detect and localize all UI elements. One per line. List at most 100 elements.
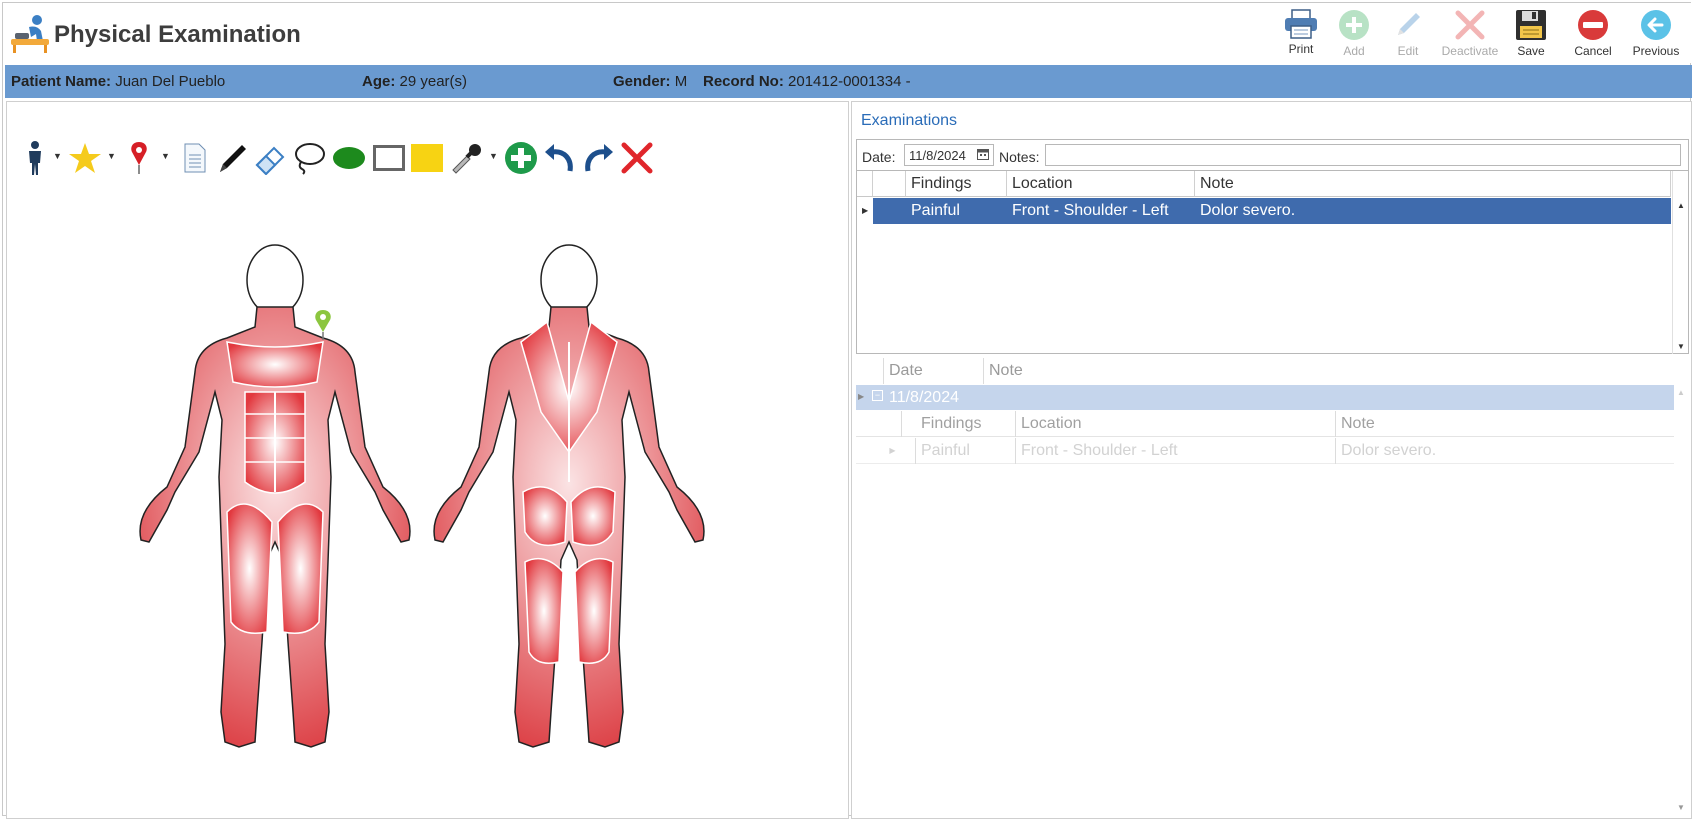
add-circle-icon[interactable] [503,138,539,178]
add-label: Add [1343,44,1365,58]
eraser-icon[interactable] [253,138,289,178]
row-expand-cell [873,198,906,224]
history-grid-header: Date Note [856,358,1674,384]
detail-cell-findings: Painful [916,438,1016,464]
chevron-down-icon[interactable]: ▼ [53,151,62,161]
deactivate-label: Deactivate [1441,44,1499,58]
examination-history-grid: Date Note ▶ − 11/8/2024 Findings Locatio… [856,358,1689,816]
column-header-detail-note[interactable]: Note [1336,411,1674,437]
column-header-findings[interactable]: Findings [906,171,1007,197]
scroll-down-icon[interactable]: ▼ [1677,342,1685,351]
examination-entry-box: Date: 11/8/2024 Notes: Findings Location… [856,139,1689,354]
examination-entry-toolbar: Date: 11/8/2024 Notes: [857,140,1688,170]
patient-info-bar: Patient Name: Juan Del Pueblo Age: 29 ye… [5,65,1692,98]
eyedropper-icon[interactable] [449,138,485,178]
detail-cell-location: Front - Shoulder - Left [1016,438,1336,464]
patient-name: Patient Name: Juan Del Pueblo [11,73,225,90]
rectangle-icon[interactable] [371,138,407,178]
column-header-date[interactable]: Date [884,358,984,384]
app-window: Physical Examination Print Add Edit Deac… [2,2,1692,819]
page-title: Physical Examination [54,21,301,48]
arrow-left-circle-icon [1641,10,1671,40]
patient-record-value: 201412-0001334 - [788,73,911,90]
map-pin-icon[interactable] [121,138,157,178]
front-body-figure [139,244,411,748]
scroll-up-icon[interactable]: ▲ [1677,388,1685,397]
column-header-location[interactable]: Location [1007,171,1195,197]
column-header-detail-findings[interactable]: Findings [916,411,1016,437]
cancel-label: Cancel [1574,44,1612,58]
scroll-up-icon[interactable]: ▲ [1677,201,1685,210]
history-indicator-header [856,358,884,384]
back-body-figure [433,244,705,748]
patient-record-label: Record No: [703,73,784,90]
star-icon[interactable] [67,138,103,178]
history-group-date: 11/8/2024 [889,389,959,406]
calendar-icon[interactable] [977,148,989,160]
column-header-history-note[interactable]: Note [984,358,1674,384]
column-header-detail-location[interactable]: Location [1016,411,1336,437]
scroll-down-icon[interactable]: ▼ [1677,803,1685,812]
pencil-icon [1398,13,1420,35]
patient-gender-value: M [674,73,688,90]
floppy-disk-icon [1516,10,1546,40]
row-pointer-icon: ▶ [870,438,916,464]
expand-header [873,171,906,197]
save-button[interactable]: Save [1500,7,1562,61]
patient-gender: Gender: M [613,73,687,90]
history-grid-scrollbar[interactable]: ▲ ▼ [1673,384,1689,814]
undo-icon[interactable] [541,138,577,178]
detail-cell-note: Dolor severo. [1341,442,1437,459]
cell-location[interactable]: Front - Shoulder - Left [1007,198,1195,224]
date-picker[interactable]: 11/8/2024 [904,144,994,166]
notes-label: Notes: [999,149,1040,165]
chevron-down-icon[interactable]: ▼ [107,151,116,161]
app-logo-icon [9,13,51,55]
list-item[interactable]: ▶ Painful Front - Shoulder - Left Dolor … [856,438,1674,464]
chevron-down-icon[interactable]: ▼ [161,151,170,161]
date-label: Date: [862,149,896,165]
document-icon[interactable] [177,138,213,178]
examinations-title: Examinations [861,112,958,129]
cell-findings[interactable]: Painful [906,198,1007,224]
chevron-down-icon[interactable]: ▼ [489,151,498,161]
cancel-button[interactable]: Cancel [1562,7,1624,61]
body-diagram-canvas[interactable] [127,242,727,762]
cell-note[interactable]: Dolor severo. [1195,198,1671,224]
redo-icon[interactable] [581,138,617,178]
examinations-panel: Examinations Date: 11/8/2024 Notes: Find… [851,101,1692,819]
lasso-icon[interactable] [291,138,327,178]
printer-icon [1285,9,1317,39]
row-pointer-icon: ▶ [858,392,865,401]
patient-name-label: Patient Name: [11,73,112,90]
history-detail-header: Findings Location Note [856,411,1674,437]
table-row[interactable]: ▶ Painful Front - Shoulder - Left Dolor … [857,198,1671,224]
column-header-note[interactable]: Note [1195,171,1671,197]
previous-label: Previous [1632,44,1680,58]
patient-age: Age: 29 year(s) [362,73,467,90]
patient-gender-label: Gender: [613,73,671,90]
save-label: Save [1517,44,1545,58]
notes-input[interactable] [1045,144,1681,166]
history-group-row[interactable]: ▶ − 11/8/2024 [856,385,1674,410]
patient-record: Record No: 201412-0001334 - [703,73,911,90]
previous-button[interactable]: Previous [1623,7,1689,61]
deactivate-button[interactable]: Deactivate [1437,7,1503,61]
body-diagram-panel: ▼ ▼ ▼ ▼ [6,101,849,819]
filled-rectangle-icon[interactable] [409,138,445,178]
patient-name-value: Juan Del Pueblo [115,73,226,90]
row-indicator-header [857,171,873,197]
body-figure-icon[interactable] [17,138,53,178]
detail-indicator-header [870,411,902,437]
ellipse-icon[interactable] [331,138,367,178]
collapse-icon[interactable]: − [872,390,883,401]
date-value: 11/8/2024 [909,148,966,163]
add-button[interactable]: Add [1323,7,1385,61]
pen-icon[interactable] [215,138,251,178]
findings-grid: Findings Location Note ▶ Painful Front -… [857,170,1688,354]
app-header: Physical Examination Print Add Edit Deac… [3,3,1692,63]
delete-x-icon[interactable] [619,138,655,178]
edit-button[interactable]: Edit [1377,7,1439,61]
findings-grid-scrollbar[interactable]: ▲ ▼ [1672,171,1688,354]
patient-age-label: Age: [362,73,396,90]
